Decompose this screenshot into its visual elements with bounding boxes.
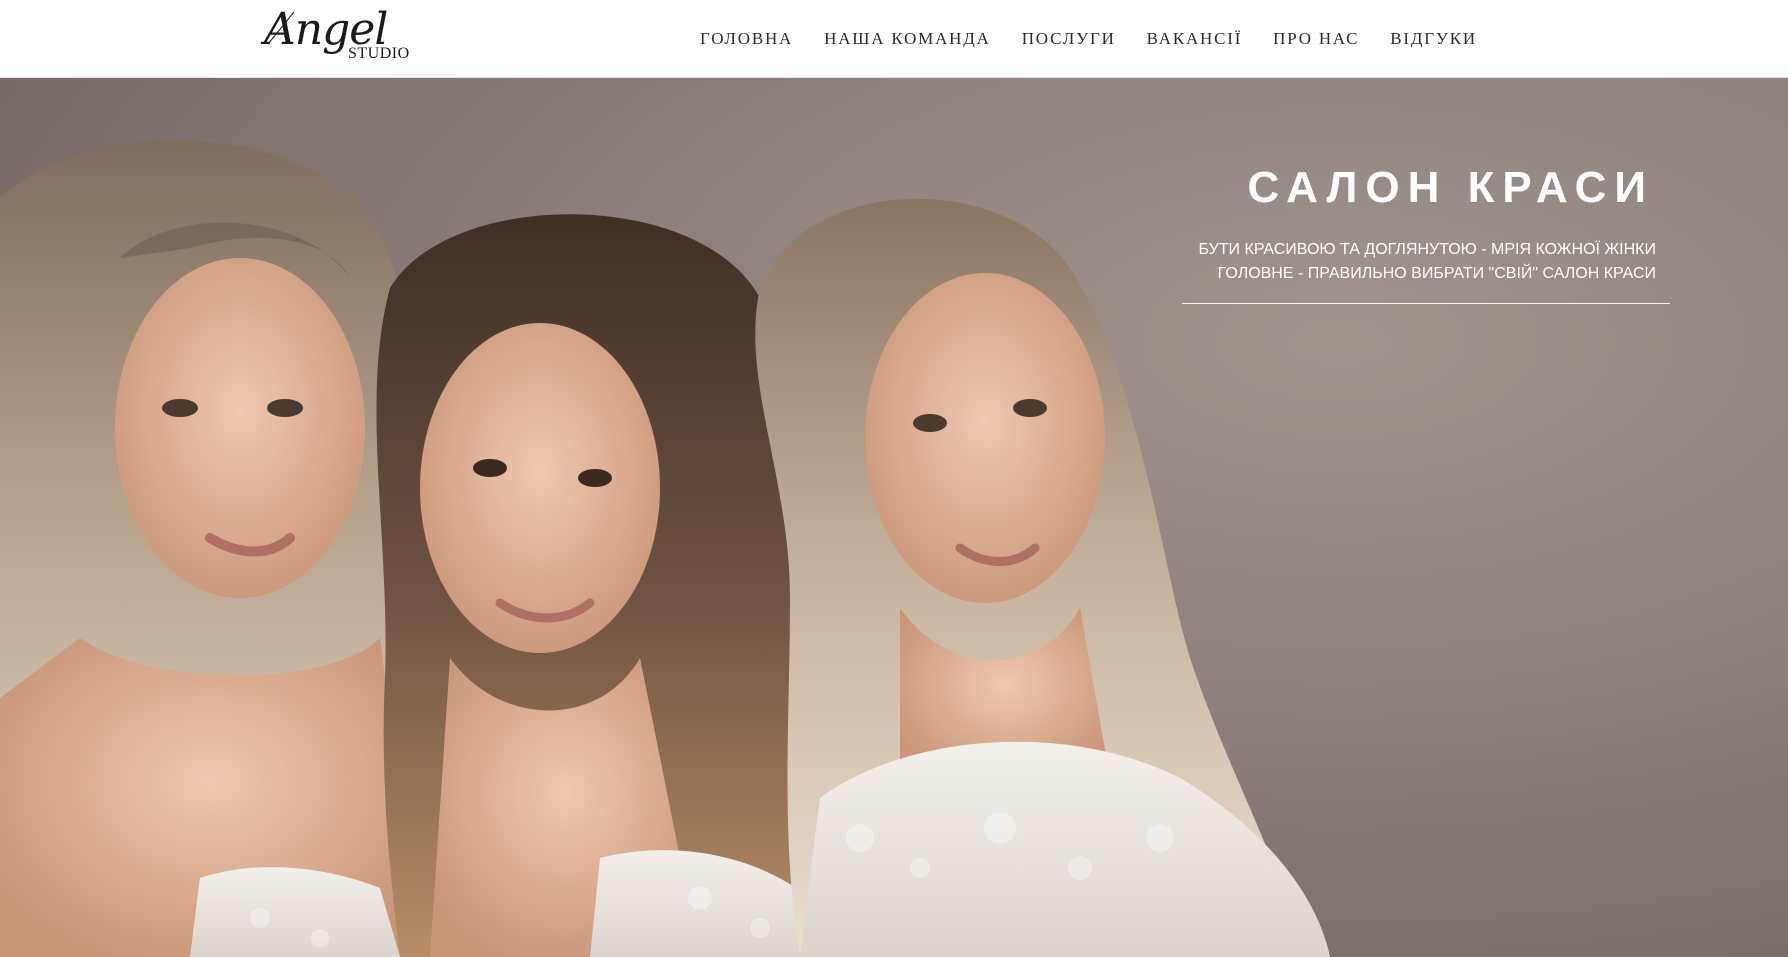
nav-reviews[interactable]: ВІДГУКИ bbox=[1390, 29, 1477, 49]
nav-about[interactable]: ПРО НАС bbox=[1273, 29, 1359, 49]
hero-text-block: САЛОН КРАСИ БУТИ КРАСИВОЮ ТА ДОГЛЯНУТОЮ … bbox=[1170, 162, 1670, 304]
main-nav: ГОЛОВНА НАША КОМАНДА ПОСЛУГИ ВАКАНСІЇ ПР… bbox=[700, 0, 1477, 78]
nav-home[interactable]: ГОЛОВНА bbox=[700, 29, 793, 49]
nav-vacancies[interactable]: ВАКАНСІЇ bbox=[1147, 29, 1243, 49]
logo-sub-text: STUDIO bbox=[348, 45, 410, 62]
nav-team[interactable]: НАША КОМАНДА bbox=[824, 29, 991, 49]
nav-services[interactable]: ПОСЛУГИ bbox=[1022, 29, 1116, 49]
site-header: Angel STUDIO ГОЛОВНА НАША КОМАНДА ПОСЛУГ… bbox=[0, 0, 1788, 78]
hero-title: САЛОН КРАСИ bbox=[1247, 163, 1654, 212]
hero-subtitle-line-1: БУТИ КРАСИВОЮ ТА ДОГЛЯНУТОЮ - МРІЯ КОЖНО… bbox=[1198, 241, 1656, 258]
hero-divider bbox=[1182, 303, 1670, 304]
logo[interactable]: Angel STUDIO bbox=[264, 6, 409, 70]
hero-subtitle-line-2: ГОЛОВНЕ - ПРАВИЛЬНО ВИБРАТИ "СВІЙ" САЛОН… bbox=[1217, 265, 1656, 282]
hero-banner: САЛОН КРАСИ БУТИ КРАСИВОЮ ТА ДОГЛЯНУТОЮ … bbox=[0, 78, 1788, 957]
